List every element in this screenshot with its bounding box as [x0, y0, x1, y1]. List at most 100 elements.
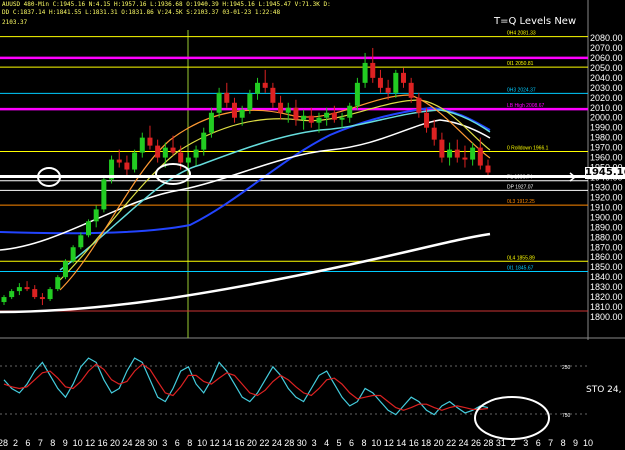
- price-tick-label: 1850.00: [590, 262, 623, 272]
- candle-body: [462, 157, 468, 160]
- chart-title: T=Q Levels New: [494, 16, 577, 27]
- x-tick-label: 9: [573, 438, 578, 448]
- price-tick-label: 1980.00: [590, 133, 623, 143]
- price-tick-label: 1910.00: [590, 202, 623, 212]
- price-tick-label: 1990.00: [590, 123, 623, 133]
- candle-body: [231, 102, 237, 118]
- candle-body: [208, 112, 214, 133]
- candle-body: [201, 132, 207, 150]
- candle-body: [293, 107, 299, 120]
- candle: [86, 219, 92, 238]
- x-tick-label: 8: [50, 438, 55, 448]
- candle-body: [316, 117, 322, 123]
- x-tick-label: 3: [162, 438, 167, 448]
- candle-body: [385, 87, 391, 93]
- x-tick-label: 24: [122, 438, 132, 448]
- candle-body: [393, 72, 399, 93]
- x-tick-label: 16: [409, 438, 419, 448]
- x-tick-label: 10: [197, 438, 207, 448]
- candle-body: [155, 145, 161, 158]
- candle-body: [408, 82, 414, 98]
- level-label: 0H4 2081.33: [507, 31, 536, 37]
- price-tick-label: 1880.00: [590, 232, 623, 242]
- candle: [47, 287, 53, 302]
- x-tick-label: 20: [247, 438, 257, 448]
- candle-body: [216, 92, 222, 113]
- level-label: 0I1 1845.67: [507, 265, 534, 271]
- x-tick-label: 30: [147, 438, 157, 448]
- level-label: 0I1 2050.81: [507, 61, 534, 67]
- candle-body: [47, 289, 53, 300]
- price-tick-label: 1890.00: [590, 222, 623, 232]
- price-tick-label: 1930.00: [590, 182, 623, 192]
- candle-body: [354, 82, 360, 106]
- x-tick-label: 7: [548, 438, 553, 448]
- candle-body: [162, 147, 168, 158]
- candle-body: [55, 277, 61, 290]
- x-tick-label: 8: [187, 438, 192, 448]
- candle-body: [324, 112, 330, 118]
- oscillator-label: STO 24,: [586, 385, 622, 395]
- candle-body: [262, 82, 268, 88]
- x-tick-label: 5: [337, 438, 342, 448]
- last-price-label: 1945.16: [585, 167, 625, 179]
- candle-body: [431, 127, 437, 140]
- candle: [101, 177, 107, 213]
- candle-body: [116, 159, 122, 163]
- x-tick-label: 24: [459, 438, 469, 448]
- x-tick-label: 12: [384, 438, 394, 448]
- x-tick-label: 6: [536, 438, 541, 448]
- candle-body: [447, 149, 453, 158]
- price-tick-label: 2010.00: [590, 103, 623, 113]
- x-tick-label: 2: [13, 438, 18, 448]
- x-tick-label: 10: [371, 438, 381, 448]
- price-tick-label: 2030.00: [590, 83, 623, 93]
- candle-body: [470, 147, 476, 160]
- candle-body: [278, 102, 284, 113]
- x-tick-label: 22: [446, 438, 456, 448]
- price-tick-label: 1840.00: [590, 272, 623, 282]
- level-label: 0L3 1912.25: [507, 199, 535, 205]
- candle-body: [285, 107, 291, 113]
- candle-body: [1, 297, 7, 303]
- candle-body: [178, 152, 184, 163]
- x-tick-label: 16: [234, 438, 244, 448]
- header-line-2: 2103.37: [2, 19, 28, 26]
- price-tick-label: 2080.00: [590, 33, 623, 43]
- candle-body: [62, 261, 68, 278]
- x-tick-label: 10: [583, 438, 593, 448]
- candle-body: [124, 162, 130, 170]
- price-tick-label: 2060.00: [590, 53, 623, 63]
- price-tick-label: 1860.00: [590, 252, 623, 262]
- x-tick-label: 14: [222, 438, 232, 448]
- candle-body: [377, 77, 383, 88]
- x-tick-label: 6: [349, 438, 354, 448]
- candle-body: [255, 82, 261, 94]
- price-chart: 0H4 2081.33 0I1 2050.81 0H3 2024.37 LB High…: [0, 0, 625, 450]
- candle-body: [9, 291, 15, 298]
- level-label: LB High 2008.67: [507, 103, 544, 109]
- current-price-line: [0, 175, 585, 178]
- candle-body: [370, 62, 376, 78]
- price-tick-label: 2070.00: [590, 43, 623, 53]
- osc-level-label: 750: [562, 413, 571, 419]
- candle-body: [339, 117, 345, 120]
- candle: [55, 275, 61, 292]
- candle-body: [93, 209, 99, 222]
- candle: [132, 149, 138, 173]
- candle-body: [78, 235, 84, 248]
- price-tick-label: 1970.00: [590, 143, 623, 153]
- header-line-3: DD C:1837.14 H:1841.55 L:1831.31 O:1831.…: [2, 9, 281, 16]
- candle-body: [270, 87, 276, 103]
- x-tick-label: 3: [523, 438, 528, 448]
- x-tick-label: 7: [38, 438, 43, 448]
- candle-body: [32, 289, 38, 298]
- candle-body: [477, 147, 483, 166]
- level-label: DP 1927.07: [507, 184, 534, 190]
- level-label: 0 Rolldown 1966.1: [507, 145, 549, 151]
- x-tick-label: 6: [175, 438, 180, 448]
- candle-body: [193, 149, 199, 158]
- x-tick-label: 24: [272, 438, 282, 448]
- candle: [62, 259, 68, 280]
- candle-body: [70, 247, 76, 262]
